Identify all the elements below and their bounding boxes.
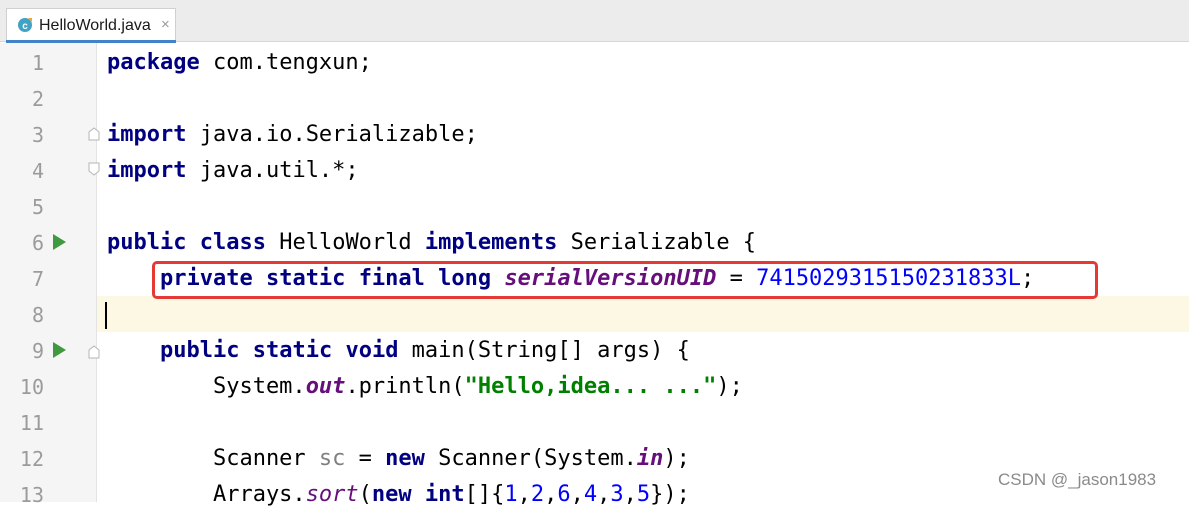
code-text: main(String[] args) {	[398, 338, 690, 363]
number-literal: 2	[530, 482, 545, 507]
close-icon[interactable]: ×	[161, 16, 170, 33]
line-number: 4	[31, 159, 44, 183]
line-number: 12	[19, 447, 44, 471]
fold-icon[interactable]	[88, 127, 100, 141]
unused-variable: sc	[318, 446, 346, 471]
code-text: ,	[623, 482, 637, 507]
java-class-icon: c	[18, 18, 32, 32]
code-text: (	[358, 482, 372, 507]
number-literal: 5	[636, 482, 651, 507]
keyword: new	[385, 446, 425, 471]
code-text: []{	[464, 482, 505, 507]
code-line[interactable]: System.out.println("Hello,idea... ...");	[107, 369, 743, 405]
line-number: 8	[31, 303, 44, 327]
code-text: );	[716, 374, 743, 399]
static-method: sort	[305, 482, 359, 507]
line-number: 1	[31, 51, 44, 75]
current-line-highlight	[0, 296, 1189, 332]
number-literal: 6	[557, 482, 571, 507]
fold-icon[interactable]	[88, 162, 100, 176]
code-text: ,	[597, 482, 611, 507]
keyword: public	[159, 338, 240, 363]
line-number: 2	[31, 87, 44, 111]
code-text: java.util.*;	[186, 158, 359, 183]
code-line[interactable]: public static void main(String[] args) {	[107, 333, 690, 369]
line-number: 6	[31, 231, 44, 255]
code-text: .println(	[345, 374, 465, 399]
editor-tab-bar: c HelloWorld.java ×	[0, 0, 1189, 43]
code-line[interactable]: Scanner sc = new Scanner(System.in);	[107, 441, 690, 477]
tab-label: HelloWorld.java	[39, 17, 151, 34]
line-number: 5	[31, 195, 44, 219]
keyword: int	[424, 482, 465, 507]
keyword: new	[371, 482, 412, 507]
code-text: Arrays.	[107, 482, 306, 507]
keyword: static	[252, 338, 333, 363]
line-number: 13	[19, 483, 44, 507]
code-text: ,	[517, 482, 531, 507]
code-text: Serializable {	[557, 230, 757, 255]
code-text: com.tengxun;	[199, 50, 372, 75]
watermark: CSDN @_jason1983	[998, 470, 1157, 489]
code-text: ,	[570, 482, 584, 507]
text-cursor	[105, 302, 107, 329]
line-number: 3	[31, 123, 44, 147]
code-line[interactable]: import java.util.*;	[107, 153, 359, 189]
line-number: 10	[19, 375, 44, 399]
line-number: 9	[31, 339, 44, 363]
code-text: });	[650, 482, 690, 507]
keyword: class	[199, 230, 266, 255]
highlight-annotation	[152, 261, 1098, 299]
code-text: =	[345, 446, 386, 471]
keyword: import	[107, 122, 187, 147]
code-text: ,	[544, 482, 558, 507]
code-text: );	[663, 446, 690, 471]
keyword: void	[345, 338, 399, 363]
keyword: implements	[424, 230, 558, 255]
keyword: public	[107, 230, 187, 255]
gutter-divider	[96, 43, 97, 502]
svg-text:c: c	[22, 21, 28, 32]
code-text: Scanner	[107, 446, 319, 471]
run-icon[interactable]	[53, 234, 66, 250]
code-line[interactable]: public class HelloWorld implements Seria…	[107, 225, 756, 261]
code-line[interactable]: Arrays.sort(new int[]{1,2,6,4,3,5});	[107, 477, 690, 513]
number-literal: 3	[610, 482, 624, 507]
number-literal: 4	[583, 482, 598, 507]
code-text: System.	[107, 374, 306, 399]
code-text: java.io.Serializable;	[186, 122, 478, 147]
run-icon[interactable]	[53, 342, 66, 358]
code-text: HelloWorld	[265, 230, 425, 255]
code-line[interactable]: package com.tengxun;	[107, 45, 372, 81]
line-number: 7	[31, 267, 44, 291]
tab-helloworld-java[interactable]: c HelloWorld.java ×	[6, 8, 176, 42]
static-field: out	[305, 374, 346, 399]
code-line[interactable]: import java.io.Serializable;	[107, 117, 478, 153]
number-literal: 1	[504, 482, 518, 507]
fold-icon[interactable]	[88, 345, 100, 359]
keyword: package	[107, 50, 200, 75]
static-field: in	[636, 446, 664, 471]
string-literal: "Hello,idea... ..."	[464, 374, 717, 399]
code-text: Scanner(System.	[424, 446, 637, 471]
keyword: import	[107, 158, 187, 183]
line-number: 11	[19, 411, 44, 435]
